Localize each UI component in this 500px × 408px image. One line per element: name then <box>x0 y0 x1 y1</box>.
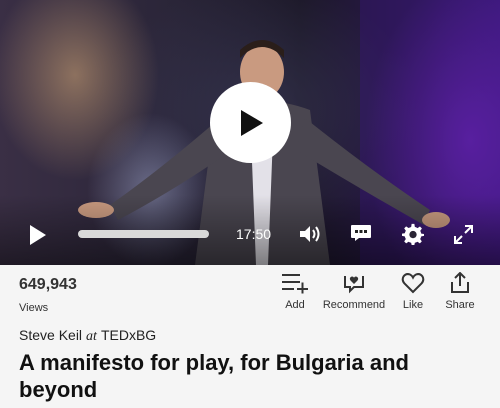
share-icon <box>451 272 469 293</box>
views-count: 649,943 <box>19 276 77 293</box>
heart-icon <box>401 273 425 294</box>
recommend-label: Recommend <box>322 299 386 311</box>
add-button[interactable]: Add <box>275 272 315 311</box>
byline: Steve Keil at TEDxBG <box>19 327 156 345</box>
play-icon[interactable] <box>28 224 48 246</box>
speaker-name[interactable]: Steve Keil <box>19 327 82 343</box>
like-button[interactable]: Like <box>398 272 428 311</box>
video-player[interactable]: 17:50 <box>0 0 500 265</box>
like-label: Like <box>402 299 424 311</box>
views-label: Views <box>19 302 49 314</box>
share-button[interactable]: Share <box>444 272 476 311</box>
at-word: at <box>86 329 97 344</box>
recommend-icon <box>344 276 364 294</box>
fullscreen-icon[interactable] <box>454 225 473 244</box>
add-label: Add <box>285 299 305 311</box>
captions-icon[interactable] <box>350 224 372 242</box>
recommend-button[interactable]: Recommend <box>322 272 386 311</box>
gear-icon[interactable] <box>402 223 424 245</box>
event-name[interactable]: TEDxBG <box>101 327 156 343</box>
duration-label: 17:50 <box>236 226 272 242</box>
big-play-button[interactable] <box>210 82 291 163</box>
volume-icon[interactable] <box>299 224 321 244</box>
share-label: Share <box>445 299 475 311</box>
views-stat: 649,943 Views <box>19 276 77 314</box>
progress-bar[interactable] <box>78 230 209 238</box>
playlist-add-icon <box>282 274 308 294</box>
talk-title: A manifesto for play, for Bulgaria and b… <box>19 350 409 402</box>
play-icon <box>240 109 263 136</box>
